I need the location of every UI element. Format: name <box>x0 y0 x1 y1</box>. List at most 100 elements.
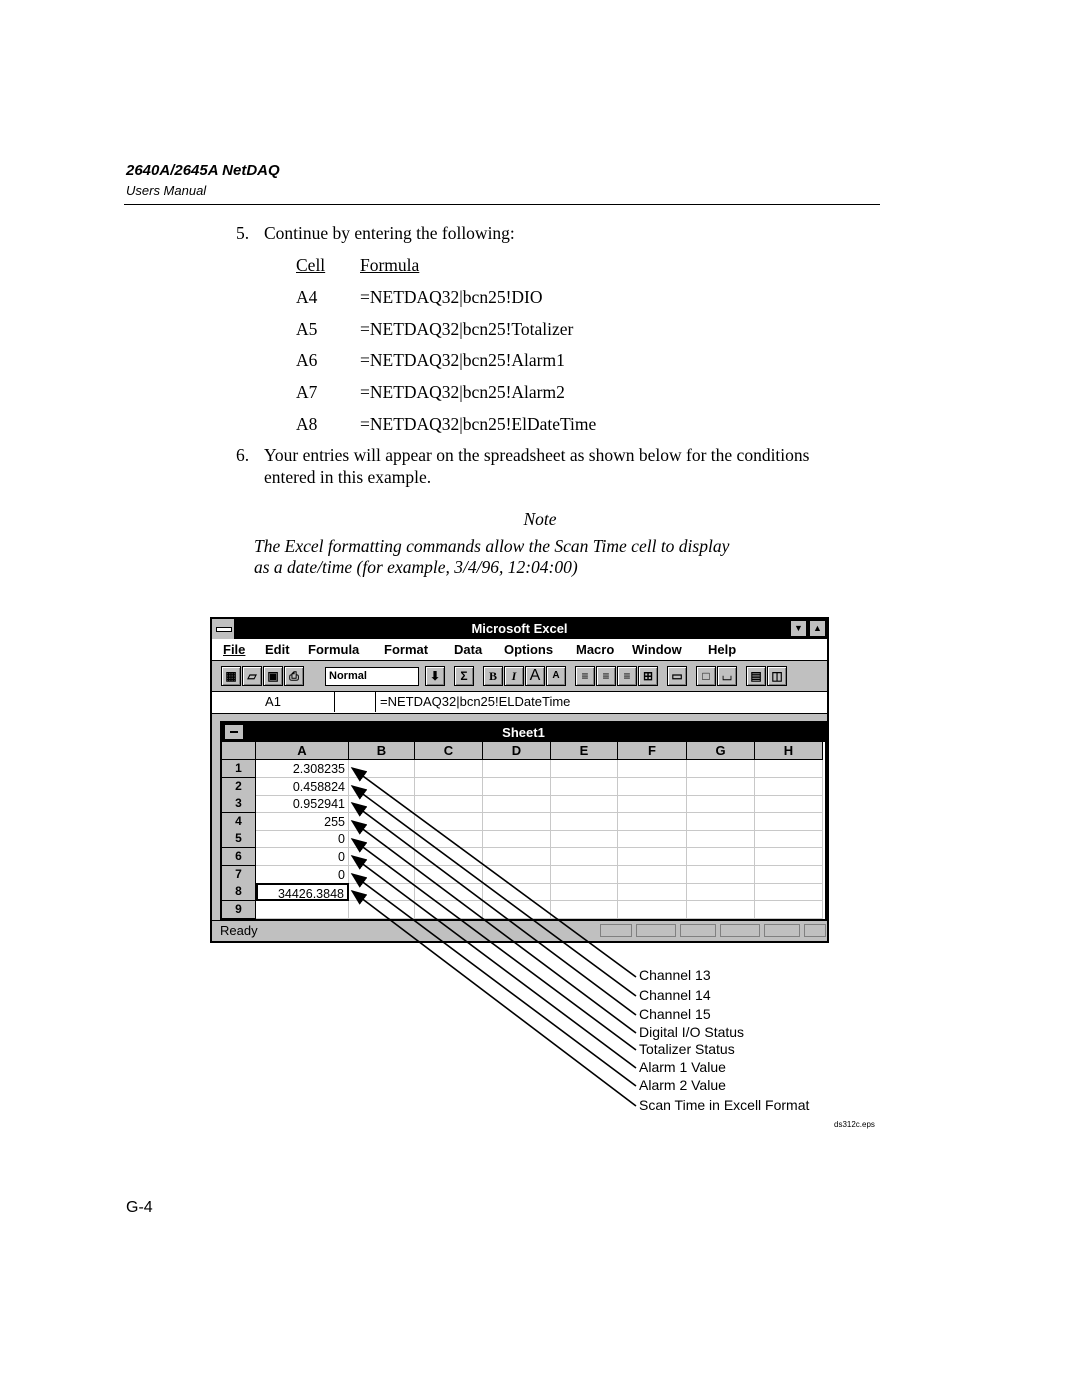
cell-e9[interactable] <box>551 900 618 919</box>
style-dropdown-button[interactable]: ⬇ <box>425 666 445 686</box>
column-header-b[interactable]: B <box>349 742 415 760</box>
cell-h3[interactable] <box>755 795 823 814</box>
column-header-d[interactable]: D <box>483 742 551 760</box>
row-header-3[interactable]: 3 <box>222 795 256 814</box>
cell-a1[interactable]: 2.308235 <box>256 760 349 778</box>
cell-reference-box[interactable]: A1 <box>212 692 335 712</box>
cell-g7[interactable] <box>687 865 755 884</box>
camera-button[interactable]: ◫ <box>767 666 787 686</box>
align-center-button[interactable]: ≡ <box>596 666 616 686</box>
cell-e4[interactable] <box>551 812 618 831</box>
style-box[interactable]: Normal <box>325 667 419 686</box>
center-across-button[interactable]: ⊞ <box>638 666 658 686</box>
cell-d3[interactable] <box>483 795 551 814</box>
cell-g3[interactable] <box>687 795 755 814</box>
outline-border-button[interactable]: ▭ <box>667 666 687 686</box>
column-header-h[interactable]: H <box>755 742 823 760</box>
menu-window[interactable]: Window <box>632 642 682 657</box>
cell-h5[interactable] <box>755 830 823 849</box>
cell-d2[interactable] <box>483 777 551 796</box>
cell-c3[interactable] <box>415 795 483 814</box>
cell-a9[interactable] <box>256 900 349 919</box>
cell-f6[interactable] <box>618 848 687 866</box>
column-header-f[interactable]: F <box>618 742 687 760</box>
cell-b7[interactable] <box>349 865 415 884</box>
bottom-border-button[interactable]: ⌴ <box>717 666 737 686</box>
cell-e6[interactable] <box>551 848 618 866</box>
row-header-2[interactable]: 2 <box>222 777 256 796</box>
row-header-7[interactable]: 7 <box>222 865 256 884</box>
cell-e8[interactable] <box>551 883 618 902</box>
open-button[interactable]: ▱ <box>242 666 262 686</box>
cell-c1[interactable] <box>415 760 483 778</box>
align-left-button[interactable]: ≡ <box>575 666 595 686</box>
menu-edit[interactable]: Edit <box>265 642 290 657</box>
cell-a7[interactable]: 0 <box>256 865 349 884</box>
cell-e3[interactable] <box>551 795 618 814</box>
cell-h6[interactable] <box>755 848 823 866</box>
cell-f4[interactable] <box>618 812 687 831</box>
select-all-button[interactable] <box>222 742 256 760</box>
cell-c9[interactable] <box>415 900 483 919</box>
cell-c2[interactable] <box>415 777 483 796</box>
cell-b8[interactable] <box>349 883 415 902</box>
decrease-font-button[interactable]: A <box>546 666 566 686</box>
cell-d8[interactable] <box>483 883 551 902</box>
cell-f9[interactable] <box>618 900 687 919</box>
cell-f3[interactable] <box>618 795 687 814</box>
cell-f1[interactable] <box>618 760 687 778</box>
cell-e2[interactable] <box>551 777 618 796</box>
cell-g5[interactable] <box>687 830 755 849</box>
cell-a2[interactable]: 0.458824 <box>256 777 349 796</box>
cell-g4[interactable] <box>687 812 755 831</box>
new-sheet-button[interactable]: ▦ <box>221 666 241 686</box>
cell-a4[interactable]: 255 <box>256 812 349 831</box>
column-header-g[interactable]: G <box>687 742 755 760</box>
cell-h9[interactable] <box>755 900 823 919</box>
cell-g6[interactable] <box>687 848 755 866</box>
align-right-button[interactable]: ≡ <box>617 666 637 686</box>
menu-file[interactable]: File <box>223 642 245 657</box>
cell-c6[interactable] <box>415 848 483 866</box>
cell-d1[interactable] <box>483 760 551 778</box>
cell-h8[interactable] <box>755 883 823 902</box>
cell-e1[interactable] <box>551 760 618 778</box>
cell-b3[interactable] <box>349 795 415 814</box>
menu-formula[interactable]: Formula <box>308 642 359 657</box>
formula-input[interactable]: =NETDAQ32|bcn25!ELDateTime <box>380 692 570 712</box>
minimize-button[interactable]: ▼ <box>790 620 807 637</box>
cell-h2[interactable] <box>755 777 823 796</box>
menu-format[interactable]: Format <box>384 642 428 657</box>
text-box-button[interactable]: ▤ <box>746 666 766 686</box>
cell-d5[interactable] <box>483 830 551 849</box>
autosum-button[interactable]: Σ <box>454 666 474 686</box>
cell-h4[interactable] <box>755 812 823 831</box>
menu-help[interactable]: Help <box>708 642 736 657</box>
cell-h7[interactable] <box>755 865 823 884</box>
sheet-system-menu-button[interactable] <box>224 724 244 740</box>
cell-a5[interactable]: 0 <box>256 830 349 849</box>
cell-d6[interactable] <box>483 848 551 866</box>
maximize-button[interactable]: ▲ <box>809 620 826 637</box>
save-button[interactable]: ▣ <box>263 666 283 686</box>
menu-macro[interactable]: Macro <box>576 642 614 657</box>
cell-d4[interactable] <box>483 812 551 831</box>
cell-a3[interactable]: 0.952941 <box>256 795 349 814</box>
cell-g9[interactable] <box>687 900 755 919</box>
cell-c5[interactable] <box>415 830 483 849</box>
row-header-4[interactable]: 4 <box>222 812 256 831</box>
cell-a8[interactable]: 34426.3848 <box>256 883 349 902</box>
menu-data[interactable]: Data <box>454 642 482 657</box>
row-header-9[interactable]: 9 <box>222 900 256 919</box>
row-header-1[interactable]: 1 <box>222 760 256 778</box>
print-button[interactable]: ⎙ <box>284 666 304 686</box>
cell-b2[interactable] <box>349 777 415 796</box>
cell-c4[interactable] <box>415 812 483 831</box>
cell-f8[interactable] <box>618 883 687 902</box>
cell-b5[interactable] <box>349 830 415 849</box>
cell-c7[interactable] <box>415 865 483 884</box>
cell-b6[interactable] <box>349 848 415 866</box>
cell-h1[interactable] <box>755 760 823 778</box>
cell-b4[interactable] <box>349 812 415 831</box>
cell-d9[interactable] <box>483 900 551 919</box>
